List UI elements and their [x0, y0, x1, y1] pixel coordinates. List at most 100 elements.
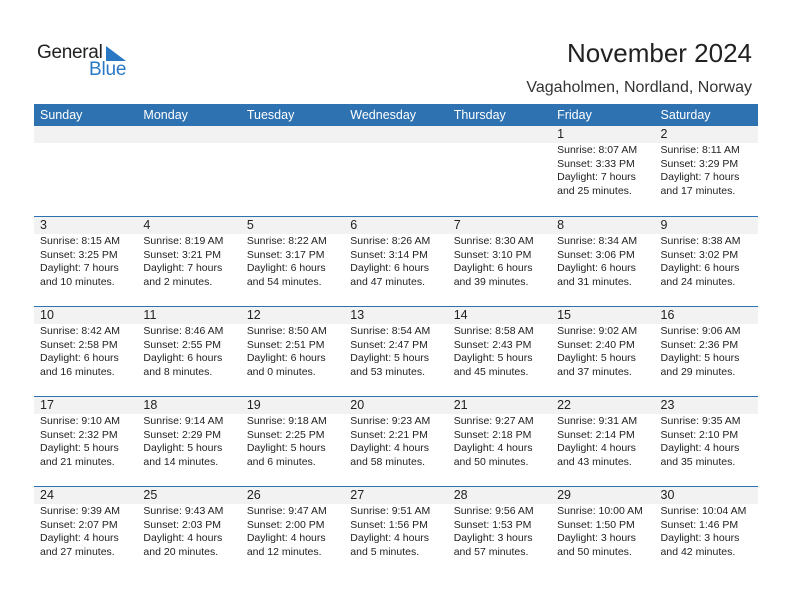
day-number: 16	[654, 307, 758, 324]
day-number: 3	[34, 217, 138, 234]
sun-info	[344, 143, 447, 144]
daylight-minutes: and 24 minutes.	[660, 275, 736, 288]
daylight-hours: Daylight: 4 hours	[350, 442, 430, 454]
sunset-time: Sunset: 2:58 PM	[40, 338, 118, 351]
day-cell: 9 Sunrise: 8:38 AM Sunset: 3:02 PM Daylight…	[654, 217, 758, 306]
sun-info: Sunrise: 9:47 AM Sunset: 2:00 PM Daylight:…	[241, 504, 344, 559]
sunrise-time: Sunrise: 8:54 AM	[350, 325, 431, 337]
day-number: 15	[551, 307, 655, 324]
sunset-time: Sunset: 2:55 PM	[143, 338, 222, 351]
weekday-thursday: Thursday	[453, 108, 506, 122]
sun-info: Sunrise: 8:30 AM Sunset: 3:10 PM Daylight:…	[448, 234, 551, 289]
day-number: 14	[447, 307, 552, 324]
day-cell: 1 Sunrise: 8:07 AM Sunset: 3:33 PM Daylight…	[551, 126, 655, 216]
day-number: 22	[551, 397, 655, 414]
sun-info: Sunrise: 8:38 AM Sunset: 3:02 PM Daylight:…	[655, 234, 758, 289]
sunset-time: Sunset: 2:43 PM	[453, 338, 532, 351]
sunrise-time: Sunrise: 9:18 AM	[246, 415, 327, 427]
sunrise-time: Sunrise: 8:26 AM	[350, 235, 431, 247]
daylight-hours: Daylight: 5 hours	[143, 442, 223, 454]
daylight-hours: Daylight: 5 hours	[40, 442, 119, 454]
sunrise-time: Sunrise: 8:30 AM	[453, 235, 534, 247]
day-cell: 26 Sunrise: 9:47 AM Sunset: 2:00 PM Dayligh…	[240, 487, 345, 576]
sunset-time: Sunset: 1:56 PM	[350, 518, 428, 531]
sun-info: Sunrise: 8:42 AM Sunset: 2:58 PM Daylight:…	[34, 324, 137, 379]
sun-info: Sunrise: 9:31 AM Sunset: 2:14 PM Daylight:…	[551, 414, 654, 469]
day-cell: 24 Sunrise: 9:39 AM Sunset: 2:07 PM Dayligh…	[34, 487, 138, 576]
calendar-grid: Sunday Monday Tuesday Wednesday Thursday…	[34, 104, 758, 576]
day-cell: 22 Sunrise: 9:31 AM Sunset: 2:14 PM Dayligh…	[551, 397, 655, 486]
daylight-minutes: and 43 minutes.	[557, 455, 632, 468]
daylight-minutes: and 20 minutes.	[143, 545, 219, 558]
sun-info: Sunrise: 8:34 AM Sunset: 3:06 PM Daylight:…	[551, 234, 654, 289]
day-cell: 23 Sunrise: 9:35 AM Sunset: 2:10 PM Dayligh…	[654, 397, 758, 486]
calendar-week-row: 1 Sunrise: 8:07 AM Sunset: 3:33 PM Daylight…	[34, 126, 758, 216]
daylight-hours: Daylight: 4 hours	[350, 532, 430, 544]
daylight-minutes: and 29 minutes.	[660, 365, 736, 378]
sun-info: Sunrise: 9:39 AM Sunset: 2:07 PM Daylight:…	[34, 504, 137, 559]
sunset-time: Sunset: 2:18 PM	[453, 428, 532, 441]
daylight-hours: Daylight: 4 hours	[40, 532, 119, 544]
sunrise-time: Sunrise: 10:00 AM	[557, 505, 643, 517]
daylight-hours: Daylight: 4 hours	[660, 442, 740, 454]
sunset-time: Sunset: 3:14 PM	[350, 248, 428, 261]
daylight-minutes: and 39 minutes.	[453, 275, 529, 288]
daylight-hours: Daylight: 6 hours	[143, 352, 223, 364]
daylight-minutes: and 50 minutes.	[453, 455, 529, 468]
day-cell: 30 Sunrise: 10:04 AM Sunset: 1:46 PM Daylig…	[654, 487, 758, 576]
day-number: 23	[654, 397, 758, 414]
day-number: 27	[344, 487, 448, 504]
daylight-minutes: and 58 minutes.	[350, 455, 425, 468]
daylight-hours: Daylight: 4 hours	[453, 442, 533, 454]
sunrise-time: Sunrise: 9:47 AM	[246, 505, 327, 517]
sunrise-time: Sunrise: 9:39 AM	[40, 505, 120, 517]
day-number: 28	[447, 487, 552, 504]
day-number	[34, 126, 138, 143]
daylight-minutes: and 27 minutes.	[40, 545, 115, 558]
day-cell	[344, 126, 448, 216]
day-number: 11	[137, 307, 241, 324]
daylight-minutes: and 54 minutes.	[246, 275, 322, 288]
weekday-monday: Monday	[143, 108, 188, 122]
day-cell: 8 Sunrise: 8:34 AM Sunset: 3:06 PM Daylight…	[551, 217, 655, 306]
calendar-week-row: 24 Sunrise: 9:39 AM Sunset: 2:07 PM Dayligh…	[34, 486, 758, 576]
daylight-hours: Daylight: 6 hours	[350, 262, 430, 274]
daylight-hours: Daylight: 7 hours	[40, 262, 119, 274]
sun-info	[137, 143, 240, 144]
daylight-hours: Daylight: 5 hours	[557, 352, 636, 364]
sunrise-time: Sunrise: 8:07 AM	[557, 144, 638, 156]
sunrise-time: Sunrise: 9:23 AM	[350, 415, 431, 427]
daylight-minutes: and 17 minutes.	[660, 184, 736, 197]
daylight-hours: Daylight: 4 hours	[143, 532, 223, 544]
sunset-time: Sunset: 3:21 PM	[143, 248, 222, 261]
sunset-time: Sunset: 2:00 PM	[246, 518, 325, 531]
daylight-hours: Daylight: 6 hours	[40, 352, 119, 364]
daylight-hours: Daylight: 7 hours	[557, 171, 636, 183]
week-cells: 17 Sunrise: 9:10 AM Sunset: 2:32 PM Dayligh…	[34, 397, 758, 486]
daylight-minutes: and 8 minutes.	[143, 365, 213, 378]
calendar-week-row: 3 Sunrise: 8:15 AM Sunset: 3:25 PM Daylight…	[34, 216, 758, 306]
day-number: 26	[240, 487, 345, 504]
day-cell: 12 Sunrise: 8:50 AM Sunset: 2:51 PM Dayligh…	[240, 307, 345, 396]
day-number: 7	[447, 217, 552, 234]
daylight-hours: Daylight: 3 hours	[557, 532, 636, 544]
day-cell: 4 Sunrise: 8:19 AM Sunset: 3:21 PM Daylight…	[137, 217, 241, 306]
sun-info: Sunrise: 10:04 AM Sunset: 1:46 PM Daylight…	[655, 504, 758, 559]
sunrise-time: Sunrise: 8:19 AM	[143, 235, 224, 247]
sun-info: Sunrise: 10:00 AM Sunset: 1:50 PM Daylight…	[551, 504, 654, 559]
sun-info: Sunrise: 8:26 AM Sunset: 3:14 PM Daylight:…	[344, 234, 447, 289]
day-cell: 15 Sunrise: 9:02 AM Sunset: 2:40 PM Dayligh…	[551, 307, 655, 396]
sun-info: Sunrise: 9:02 AM Sunset: 2:40 PM Daylight:…	[551, 324, 654, 379]
day-number: 1	[551, 126, 655, 143]
day-number	[447, 126, 552, 143]
sun-info: Sunrise: 8:15 AM Sunset: 3:25 PM Daylight:…	[34, 234, 137, 289]
daylight-hours: Daylight: 3 hours	[453, 532, 533, 544]
weekday-wednesday: Wednesday	[350, 108, 417, 122]
sunset-time: Sunset: 3:17 PM	[246, 248, 325, 261]
sunrise-time: Sunrise: 8:11 AM	[660, 144, 740, 156]
sun-info: Sunrise: 9:10 AM Sunset: 2:32 PM Daylight:…	[34, 414, 137, 469]
sunset-time: Sunset: 1:53 PM	[453, 518, 532, 531]
daylight-minutes: and 50 minutes.	[557, 545, 632, 558]
day-cell: 6 Sunrise: 8:26 AM Sunset: 3:14 PM Daylight…	[344, 217, 448, 306]
page-title: November 2024	[567, 38, 752, 68]
